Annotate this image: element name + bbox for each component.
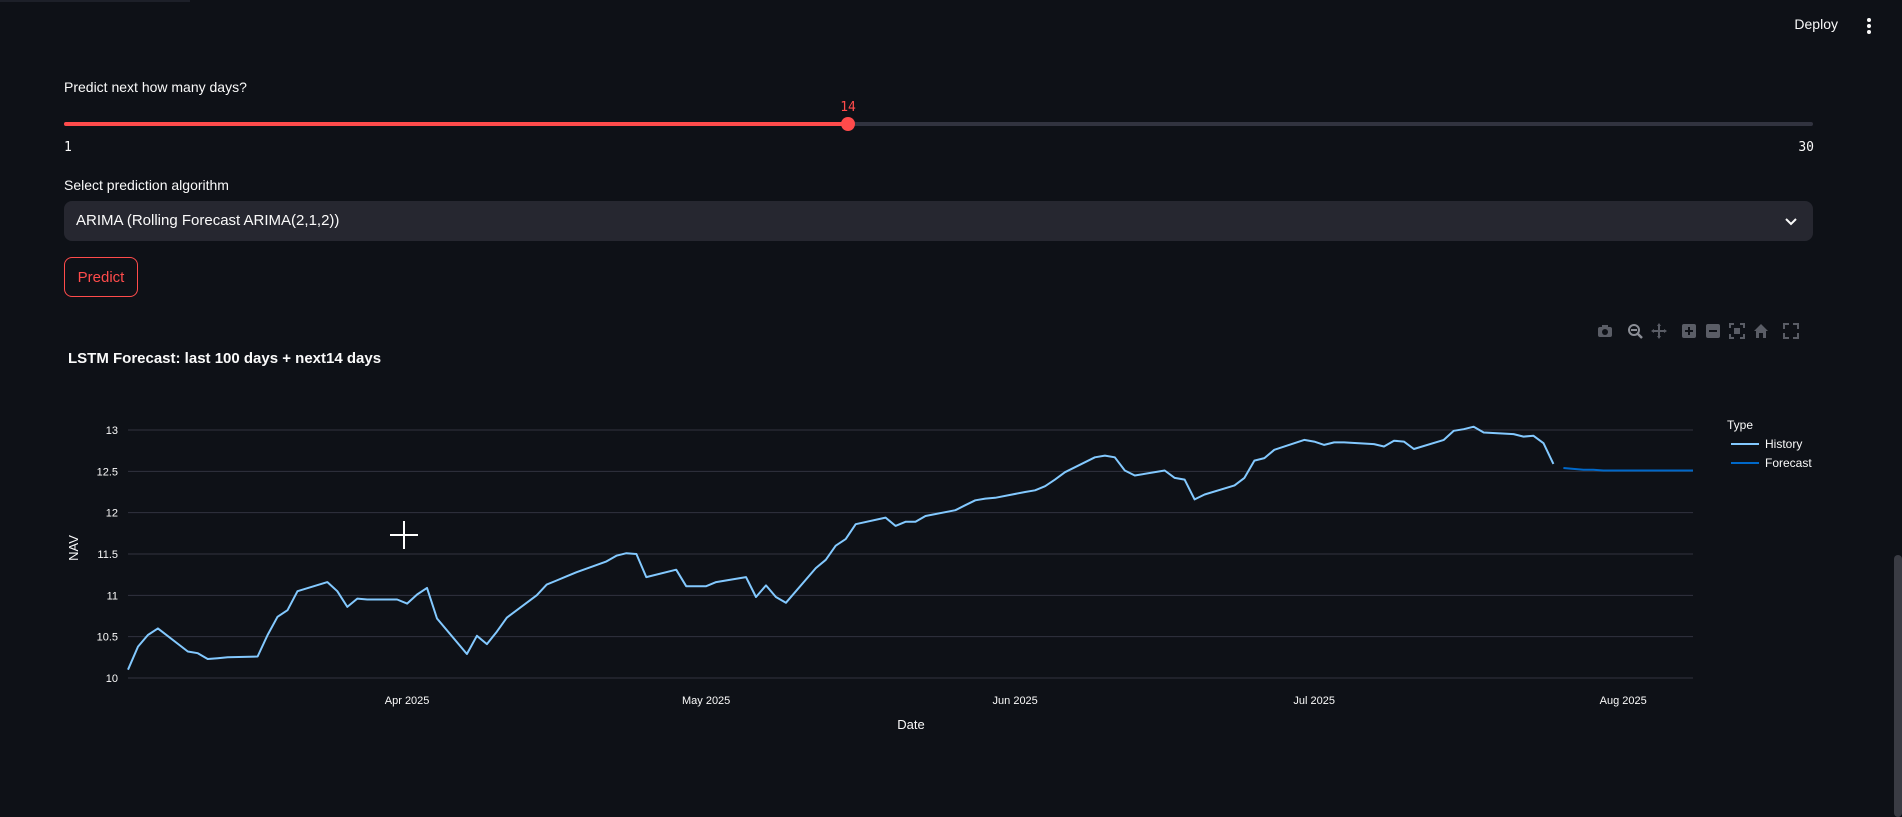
y-tick-label: 13	[106, 425, 118, 437]
chart-legend: Type History Forecast	[1727, 418, 1812, 470]
x-tick-label: Aug 2025	[1600, 695, 1647, 707]
predict-button[interactable]: Predict	[64, 257, 138, 297]
app-page: Deploy Predict next how many days? 14 1 …	[0, 0, 1902, 817]
algorithm-select-label: Select prediction algorithm	[64, 177, 229, 193]
pan-icon[interactable]	[1650, 322, 1668, 340]
home-icon[interactable]	[1752, 322, 1770, 340]
x-tick-label: Jul 2025	[1293, 695, 1335, 707]
algorithm-select[interactable]: ARIMA (Rolling Forecast ARIMA(2,1,2))	[64, 201, 1813, 241]
y-axis-ticks: 10 10.5 11 11.5 12 12.5 13	[97, 425, 118, 685]
page-scrollbar[interactable]	[1894, 555, 1902, 817]
y-tick-label: 12	[106, 508, 118, 520]
fullscreen-icon[interactable]	[1782, 322, 1800, 340]
x-tick-label: Apr 2025	[385, 695, 430, 707]
legend-item-label[interactable]: History	[1765, 437, 1802, 451]
algorithm-select-value: ARIMA (Rolling Forecast ARIMA(2,1,2))	[76, 212, 340, 229]
forecast-chart[interactable]: LSTM Forecast: last 100 days + next14 da…	[0, 340, 1902, 740]
y-tick-label: 11	[107, 590, 118, 602]
x-axis-title: Date	[897, 717, 924, 732]
app-header: Deploy	[0, 0, 1902, 52]
series-line-forecast[interactable]	[1563, 467, 1693, 472]
more-vertical-icon[interactable]	[1862, 18, 1876, 36]
deploy-button[interactable]: Deploy	[1794, 16, 1838, 32]
zoom-out-icon[interactable]	[1704, 322, 1722, 340]
slider-min-label: 1	[64, 140, 72, 155]
slider-max-label: 30	[1798, 140, 1814, 155]
x-tick-label: Jun 2025	[993, 695, 1038, 707]
camera-icon[interactable]	[1596, 322, 1614, 340]
zoom-icon[interactable]	[1626, 322, 1644, 340]
days-slider[interactable]	[64, 117, 1813, 131]
legend-item-label[interactable]: Forecast	[1765, 456, 1812, 470]
chart-grid	[128, 429, 1693, 679]
crosshair-cursor-icon	[390, 521, 418, 549]
y-tick-label: 10	[106, 673, 118, 685]
zoom-in-icon[interactable]	[1680, 322, 1698, 340]
slider-label: Predict next how many days?	[64, 79, 247, 95]
autoscale-icon[interactable]	[1728, 322, 1746, 340]
legend-title: Type	[1727, 418, 1753, 432]
x-tick-label: May 2025	[682, 695, 730, 707]
slider-fill	[64, 122, 849, 126]
x-axis-ticks: Apr 2025 May 2025 Jun 2025 Jul 2025 Aug 2025	[385, 695, 1647, 707]
y-tick-label: 10.5	[97, 632, 118, 644]
y-axis-title: NAV	[66, 535, 81, 561]
chevron-down-icon	[1785, 218, 1797, 226]
y-tick-label: 11.5	[97, 549, 118, 561]
slider-current-value: 14	[840, 100, 856, 115]
chart-title: LSTM Forecast: last 100 days + next14 da…	[68, 350, 381, 367]
y-tick-label: 12.5	[97, 466, 118, 478]
slider-thumb[interactable]	[841, 117, 856, 131]
series-line-history[interactable]	[127, 425, 1555, 671]
chart-series	[127, 425, 1693, 671]
